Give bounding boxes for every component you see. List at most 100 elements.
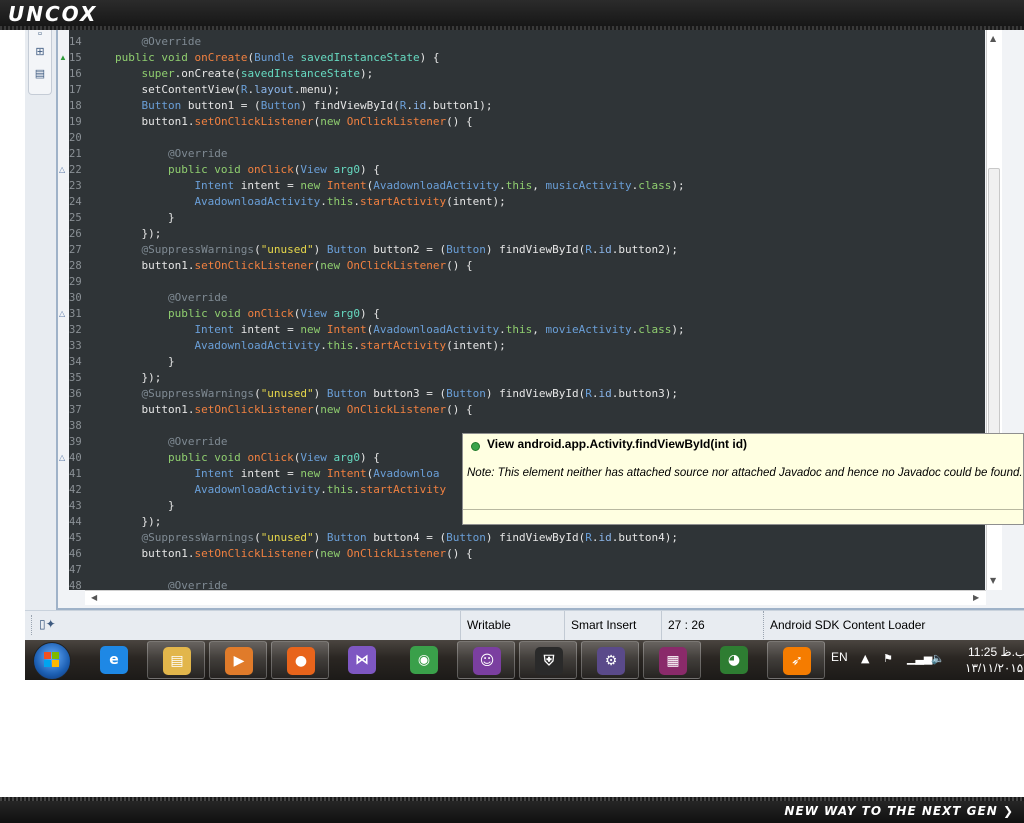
taskbar-app-button[interactable]: ● <box>271 641 329 679</box>
code-token: }); <box>141 227 162 240</box>
javadoc-hover-tooltip[interactable]: View android.app.Activity.findViewById(i… <box>462 433 1024 525</box>
horizontal-scrollbar[interactable]: ◀ ▶ <box>85 590 986 605</box>
code-line: } <box>168 498 175 514</box>
line-number-ruler: 14 15 16 17 18 19 20 21 22 23 24 25 26 27 28 29 30 31 32 33… <box>69 30 85 592</box>
code-line: Intent intent = new Intent(AvadownloadAc… <box>194 178 684 194</box>
clock-date[interactable]: ۱۳/۱۱/۲۰۱۵ <box>965 661 1023 675</box>
override-marker-icon[interactable]: △ <box>59 162 65 178</box>
volume-icon[interactable]: 🔈 <box>931 652 945 665</box>
taskbar-app-button[interactable]: ◕ <box>705 641 763 679</box>
code-line: super.onCreate(savedInstanceState); <box>141 66 373 82</box>
public-method-icon <box>471 442 480 451</box>
code-token: savedInstanceState <box>300 51 420 64</box>
code-token: id <box>598 243 612 256</box>
taskbar-app-button[interactable]: e <box>85 641 143 679</box>
line-number: 30 <box>69 292 82 304</box>
media-player-icon: ▶ <box>225 647 253 675</box>
scroll-right-arrow-icon[interactable]: ▶ <box>973 593 979 602</box>
line-number: 45 <box>69 532 82 544</box>
taskbar-app-button[interactable]: ▶ <box>209 641 267 679</box>
action-center-flag-icon[interactable]: ⚑ <box>883 652 893 665</box>
code-token: onCreate <box>194 51 248 64</box>
code-token: @Override <box>141 35 202 48</box>
code-token: ( <box>254 243 261 256</box>
code-token: () { <box>446 547 473 560</box>
code-token: ) findViewById( <box>485 243 586 256</box>
code-token: public void <box>167 451 248 464</box>
windows-logo-icon <box>44 652 60 668</box>
fast-view-icon[interactable]: ▯✦ <box>39 617 56 631</box>
code-token: () { <box>446 259 473 272</box>
taskbar-app-button[interactable]: ▤ <box>147 641 205 679</box>
taskbar-app-button[interactable]: ▦ <box>643 641 701 679</box>
code-token: ) <box>313 531 327 544</box>
yahoo-messenger-icon: ☺ <box>473 647 501 675</box>
clock-time[interactable]: 11:25 ب.ظ <box>968 645 1024 659</box>
code-token: intent = <box>240 323 301 336</box>
code-token: Button <box>326 243 374 256</box>
override-marker-icon[interactable]: △ <box>59 306 65 322</box>
code-token: OnClickListener <box>346 259 447 272</box>
status-progress-task[interactable]: Android SDK Content Loader <box>763 611 1020 641</box>
view-icon[interactable]: ▫ <box>33 28 47 40</box>
code-token: @SuppressWarnings <box>141 243 255 256</box>
code-line: setContentView(R.layout.menu); <box>141 82 340 98</box>
implements-marker-icon[interactable]: ▲ <box>59 50 67 66</box>
code-token: new <box>320 259 347 272</box>
status-write-mode: Writable <box>460 611 563 641</box>
scroll-down-arrow-icon[interactable]: ▼ <box>990 576 996 585</box>
minimized-views-trim: ▫ ⊞ ▤ <box>28 28 52 95</box>
scroll-left-arrow-icon[interactable]: ◀ <box>91 593 97 602</box>
code-line: @SuppressWarnings("unused") Button butto… <box>141 530 678 546</box>
code-line: } <box>168 210 175 226</box>
code-token: @Override <box>167 291 228 304</box>
network-signal-icon[interactable]: ▁▃▅ <box>907 652 932 665</box>
outline-view-icon[interactable]: ▤ <box>33 68 47 80</box>
line-number: 25 <box>69 212 82 224</box>
code-line: @SuppressWarnings("unused") Button butto… <box>141 242 678 258</box>
code-token: @Override <box>167 435 228 448</box>
code-token: onClick <box>247 307 294 320</box>
code-token: Intent <box>194 323 241 336</box>
code-token: button1. <box>141 259 195 272</box>
chrome-icon: ◉ <box>410 646 438 674</box>
code-token: ) { <box>360 451 380 464</box>
forum-footer-banner: NEW WAY TO THE NEXT GEN ❯ <box>0 797 1024 823</box>
code-token: new <box>320 547 347 560</box>
code-token: layout <box>254 83 294 96</box>
hierarchy-view-icon[interactable]: ⊞ <box>33 46 47 58</box>
code-token: this <box>326 195 354 208</box>
taskbar-app-button[interactable]: ➶ <box>767 641 825 679</box>
brand-logo: UNCOX <box>8 2 98 26</box>
scroll-up-arrow-icon[interactable]: ▲ <box>990 34 996 43</box>
code-line: public void onCreate(Bundle savedInstanc… <box>115 50 440 66</box>
taskbar-app-button[interactable]: ⋈ <box>333 641 391 679</box>
taskbar-app-button[interactable]: ⛨ <box>519 641 577 679</box>
language-indicator[interactable]: EN <box>831 650 848 664</box>
code-token: ) findViewById( <box>300 99 400 112</box>
code-token: intent = <box>240 179 301 192</box>
show-hidden-icons-icon[interactable]: ▲ <box>861 652 869 665</box>
code-line: @Override <box>168 434 228 450</box>
taskbar-app-button[interactable]: ☺ <box>457 641 515 679</box>
line-number: 24 <box>69 196 82 208</box>
line-number: 18 <box>69 100 82 112</box>
code-token: }); <box>141 371 162 384</box>
code-token: button1. <box>141 403 195 416</box>
code-token: (intent); <box>446 195 506 208</box>
code-token: . <box>320 195 327 208</box>
code-token: @Override <box>167 579 228 590</box>
code-token: arg0 <box>333 307 361 320</box>
code-line: @Override <box>141 34 201 50</box>
annotation-ruler[interactable]: ▲ △ △ △ <box>58 30 68 590</box>
code-token: @SuppressWarnings <box>141 531 255 544</box>
taskbar-app-button[interactable]: ⚙ <box>581 641 639 679</box>
taskbar-app-button[interactable]: ◉ <box>395 641 453 679</box>
code-token: AvadownloadActivity <box>194 483 321 496</box>
start-button[interactable] <box>33 642 71 680</box>
code-token: setContentView( <box>141 83 241 96</box>
code-line: Intent intent = new Intent(Avadownloa <box>194 466 439 482</box>
code-token: setOnClickListener <box>194 259 314 272</box>
code-token: new <box>300 323 327 336</box>
override-marker-icon[interactable]: △ <box>59 450 65 466</box>
